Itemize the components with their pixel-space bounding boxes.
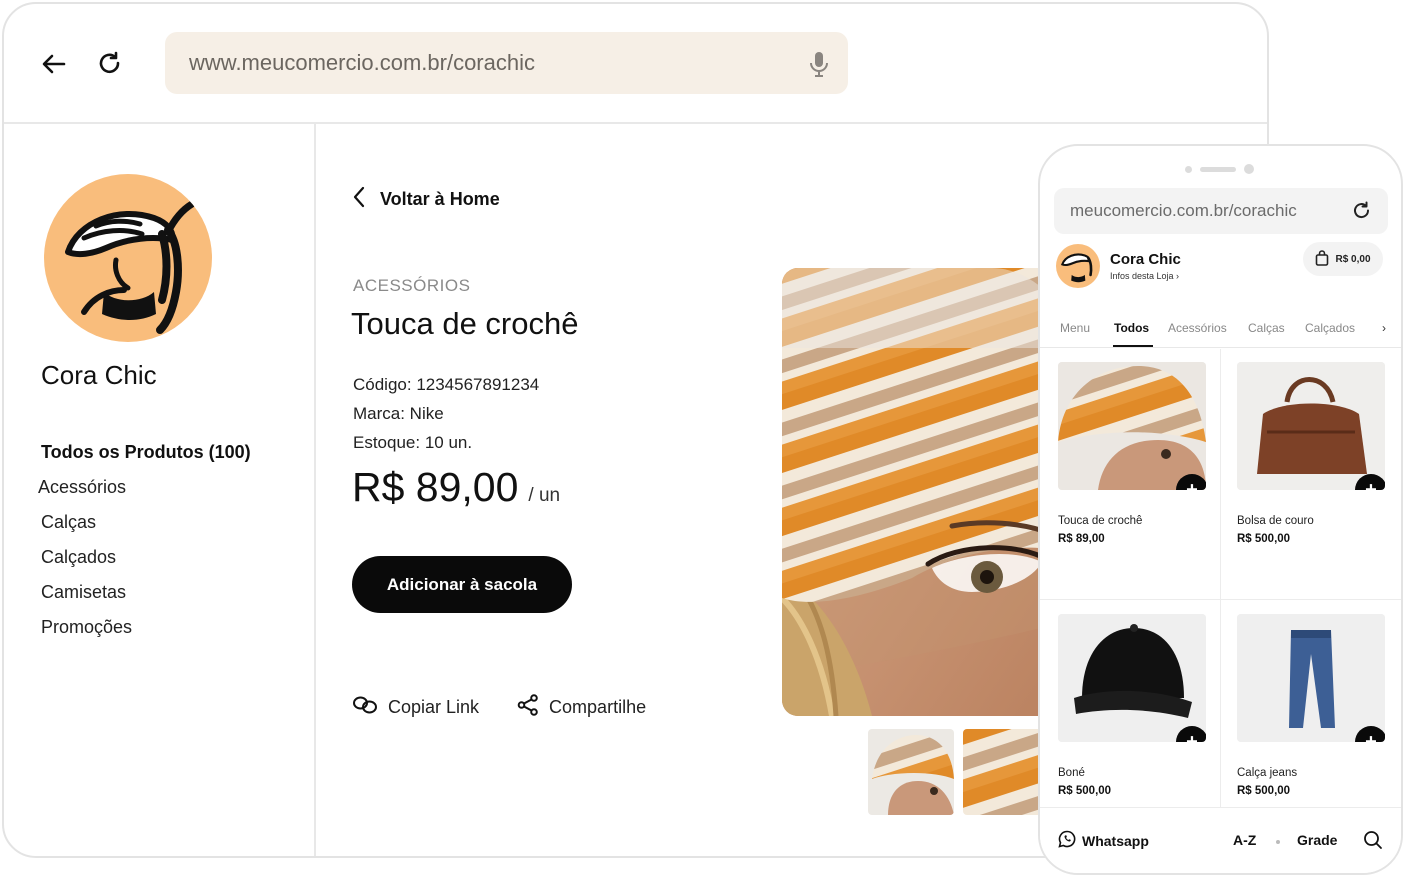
sidebar-item-camisetas[interactable]: Camisetas [41, 580, 251, 615]
whatsapp-icon [1058, 830, 1076, 851]
price-unit: / un [528, 485, 561, 506]
product-main-image[interactable] [782, 268, 1082, 716]
product-name: Calça jeans [1237, 767, 1298, 779]
share-icon [517, 694, 539, 721]
chevron-left-icon [352, 186, 366, 213]
back-to-home-link[interactable]: Voltar à Home [352, 186, 500, 213]
product-card[interactable]: + Boné R$ 500,00 [1058, 614, 1206, 797]
separator-dot [1276, 840, 1280, 844]
product-brand: Marca: Nike [353, 404, 444, 423]
category-list: Todos os Produtos (100) Acessórios Calça… [38, 440, 251, 650]
whatsapp-label: Whatsapp [1082, 832, 1149, 849]
sidebar-item-promocoes[interactable]: Promoções [41, 615, 251, 650]
microphone-icon[interactable] [808, 50, 830, 84]
reload-icon[interactable] [1352, 201, 1372, 226]
price-amount: R$ 89,00 [352, 464, 519, 510]
mobile-category-tabs: Menu Todos Acessórios Calças Calçados › [1040, 314, 1401, 348]
sidebar-item-all-products[interactable]: Todos os Produtos (100) [41, 440, 251, 475]
add-to-bag-button[interactable]: Adicionar à sacola [352, 556, 572, 613]
tab-acessorios[interactable]: Acessórios [1168, 321, 1227, 335]
view-toggle-button[interactable]: Grade [1297, 832, 1337, 848]
product-image: + [1058, 614, 1206, 742]
reload-icon[interactable] [94, 48, 126, 80]
product-price: R$ 89,00 [1058, 533, 1105, 545]
product-image: + [1237, 614, 1385, 742]
back-label: Voltar à Home [380, 189, 500, 209]
store-info-label: Infos desta Loja [1110, 271, 1174, 281]
store-info-link[interactable]: Infos desta Loja › [1110, 271, 1181, 281]
sidebar-item-calcas[interactable]: Calças [41, 510, 251, 545]
product-price: R$ 500,00 [1058, 785, 1112, 797]
share-label: Compartilhe [549, 697, 647, 717]
link-icon [352, 695, 378, 720]
sidebar-item-acessorios[interactable]: Acessórios [38, 475, 251, 510]
mobile-address-bar[interactable]: meucomercio.com.br/corachic [1054, 188, 1388, 234]
store-logo [44, 174, 212, 342]
mobile-store-header[interactable]: Cora Chic Infos desta Loja › [1056, 244, 1181, 288]
search-icon[interactable] [1363, 830, 1383, 855]
arrow-left-icon[interactable] [38, 48, 70, 80]
mobile-store-name: Cora Chic [1110, 251, 1181, 268]
product-name: Touca de crochê [1058, 515, 1143, 527]
product-stock: Estoque: 10 un. [353, 433, 473, 452]
mobile-bottom-bar: Whatsapp A-Z Grade [1040, 807, 1401, 873]
product-card[interactable]: + Calça jeans R$ 500,00 [1237, 614, 1385, 797]
product-card[interactable]: + Touca de crochê R$ 89,00 [1058, 362, 1206, 545]
product-card[interactable]: + Bolsa de couro R$ 500,00 [1237, 362, 1385, 545]
product-price: R$ 500,00 [1237, 533, 1291, 545]
grid-divider [1040, 599, 1401, 600]
whatsapp-button[interactable]: Whatsapp [1058, 830, 1149, 851]
thumbnail-2[interactable] [963, 729, 1043, 815]
tab-menu[interactable]: Menu [1060, 321, 1090, 335]
tab-todos[interactable]: Todos [1114, 321, 1149, 335]
product-code: Código: 1234567891234 [353, 375, 540, 394]
copy-link-label: Copiar Link [388, 697, 480, 717]
phone-notch [1185, 164, 1254, 174]
chevron-right-icon[interactable]: › [1382, 321, 1386, 335]
sidebar-item-calcados[interactable]: Calçados [41, 545, 251, 580]
product-image: + [1237, 362, 1385, 490]
product-image: + [1058, 362, 1206, 490]
mobile-preview: meucomercio.com.br/corachic Cora Chic In… [1038, 144, 1403, 875]
product-title: Touca de crochê [351, 306, 579, 341]
address-bar[interactable]: www.meucomercio.com.br/corachic [165, 32, 848, 94]
product-name: Boné [1058, 767, 1085, 779]
share-actions: Copiar Link Compartilhe [352, 694, 646, 721]
cart-total: R$ 0,00 [1335, 253, 1371, 265]
share-button[interactable]: Compartilhe [517, 694, 646, 721]
store-sidebar: Cora Chic Todos os Produtos (100) Acessó… [4, 124, 316, 856]
mobile-url-text: meucomercio.com.br/corachic [1070, 201, 1297, 220]
product-category: ACESSÓRIOS [353, 276, 471, 295]
browser-toolbar: www.meucomercio.com.br/corachic [4, 4, 1267, 124]
thumbnail-1[interactable] [868, 729, 954, 815]
product-price: R$ 89,00 / un [352, 464, 560, 511]
url-text: www.meucomercio.com.br/corachic [189, 50, 535, 75]
grid-divider [1220, 349, 1221, 809]
copy-link-button[interactable]: Copiar Link [352, 694, 479, 721]
store-name: Cora Chic [41, 360, 157, 390]
tab-calcas[interactable]: Calças [1248, 321, 1285, 335]
sort-button[interactable]: A-Z [1233, 832, 1256, 848]
tab-calcados[interactable]: Calçados [1305, 321, 1355, 335]
product-meta: Código: 1234567891234 Marca: Nike Estoqu… [353, 370, 539, 457]
bag-icon [1315, 249, 1329, 269]
product-price: R$ 500,00 [1237, 785, 1291, 797]
cart-button[interactable]: R$ 0,00 [1303, 242, 1383, 276]
product-name: Bolsa de couro [1237, 515, 1314, 527]
active-tab-indicator [1113, 345, 1153, 347]
mobile-store-logo [1056, 244, 1100, 288]
